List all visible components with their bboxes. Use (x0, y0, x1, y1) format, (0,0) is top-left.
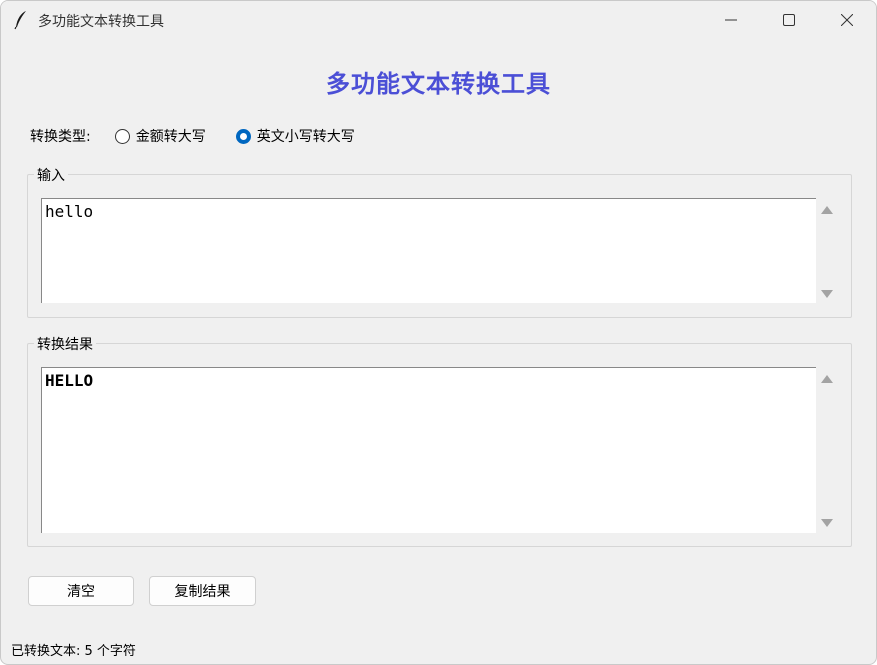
radio-unchecked-icon (114, 128, 130, 144)
radio-lower-to-upper[interactable]: 英文小写转大写 (235, 126, 355, 146)
radio-label: 金额转大写 (135, 129, 206, 145)
close-icon (841, 14, 853, 26)
window-title: 多功能文本转换工具 (38, 14, 164, 30)
input-textarea[interactable]: hello (41, 198, 816, 303)
copy-result-button[interactable]: 复制结果 (149, 576, 256, 606)
minimize-button[interactable] (702, 1, 760, 39)
close-button[interactable] (818, 1, 876, 39)
conversion-type-label: 转换类型: (30, 129, 91, 145)
input-legend: 输入 (34, 165, 68, 185)
input-text: hello (45, 202, 94, 221)
page-title: 多功能文本转换工具 (326, 70, 551, 98)
scroll-up-icon[interactable] (821, 206, 833, 214)
radio-checked-icon (235, 128, 251, 144)
maximize-button[interactable] (760, 1, 818, 39)
radio-label: 英文小写转大写 (256, 129, 355, 145)
minimize-icon (725, 19, 737, 21)
output-legend: 转换结果 (34, 334, 96, 354)
status-bar-text: 已转换文本: 5 个字符 (11, 644, 136, 659)
title-bar[interactable]: 多功能文本转换工具 (1, 1, 876, 39)
scroll-up-icon[interactable] (821, 375, 833, 383)
maximize-icon (783, 14, 795, 26)
output-textarea[interactable]: HELLO (41, 367, 816, 533)
scroll-down-icon[interactable] (821, 290, 833, 298)
radio-amount-to-uppercase[interactable]: 金额转大写 (114, 126, 206, 146)
clear-button[interactable]: 清空 (28, 576, 134, 606)
app-window: 多功能文本转换工具 多功能文本转换工具 转换类型: 金额转大写 英文小写转大写 … (0, 0, 877, 665)
feather-icon (14, 11, 26, 30)
output-text: HELLO (45, 371, 94, 390)
conversion-type-row: 转换类型: 金额转大写 英文小写转大写 (30, 125, 385, 147)
scroll-down-icon[interactable] (821, 519, 833, 527)
